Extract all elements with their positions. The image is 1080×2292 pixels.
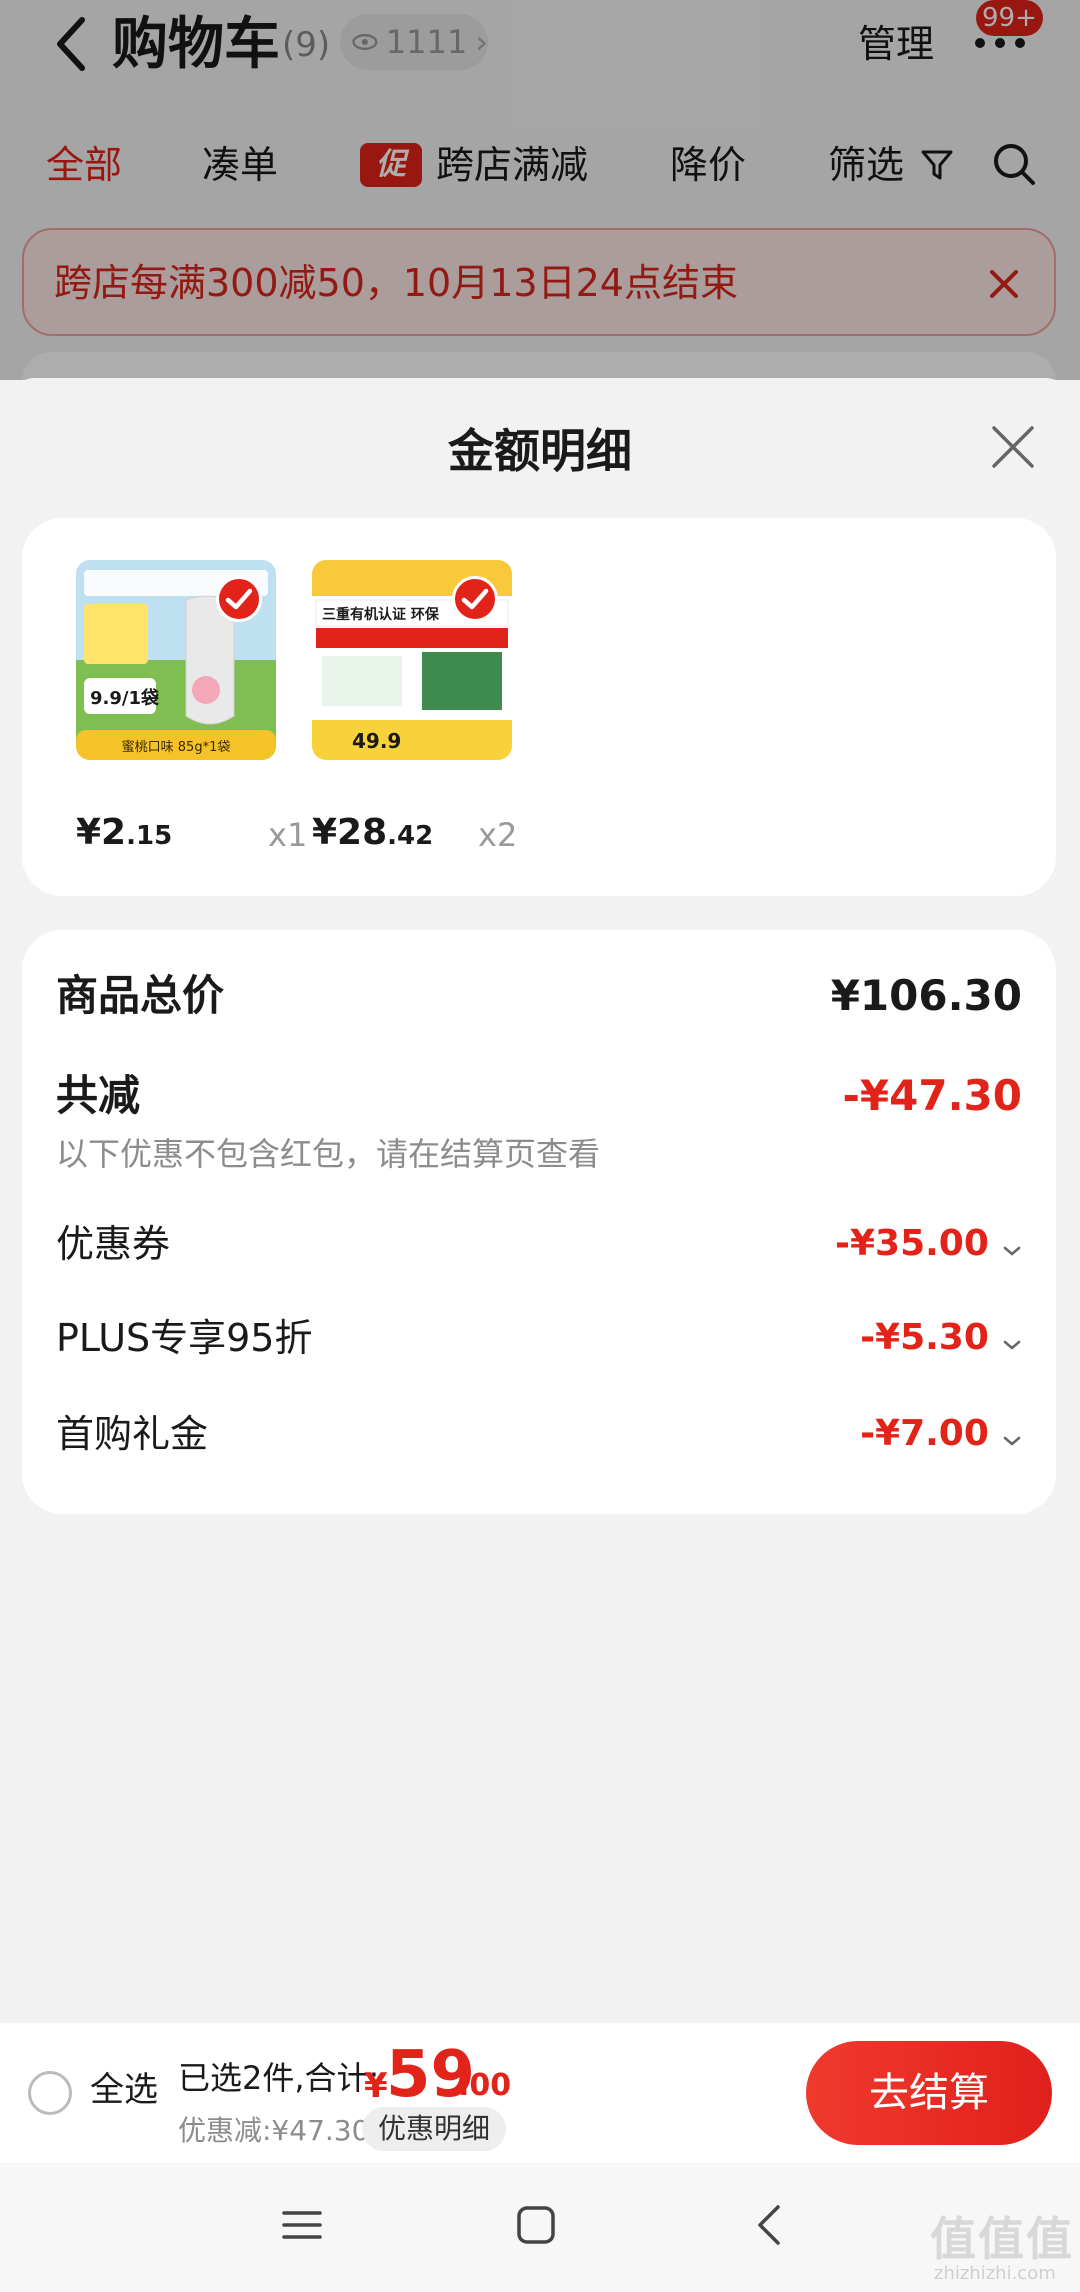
checkmark-icon	[225, 588, 253, 610]
selected-check	[216, 576, 262, 622]
home-square-icon[interactable]	[514, 2203, 558, 2247]
discount-row[interactable]: -¥5.30	[860, 1308, 1022, 1374]
reduce-note: 以下优惠不包含红包，请在结算页查看	[56, 1135, 601, 1173]
discount-label: 首购礼金	[56, 1412, 209, 1456]
discount-value: -¥35.00	[835, 1223, 989, 1264]
total-currency: ¥	[364, 2066, 388, 2106]
discount-row[interactable]: -¥35.00	[835, 1214, 1022, 1280]
discount-detail-button[interactable]: 优惠明细	[362, 2107, 507, 2151]
total-amount-dec: .00	[458, 2068, 512, 2103]
selected-summary: 已选2件,合计:	[178, 2059, 380, 2097]
discount-value: -¥7.00	[860, 1413, 989, 1454]
total-price-value: ¥106.30	[830, 971, 1022, 1020]
select-all-label[interactable]: 全选	[90, 2065, 158, 2115]
discount-value: -¥5.30	[860, 1317, 989, 1358]
select-all-radio[interactable]	[28, 2071, 72, 2115]
product-image-caption: 蜜桃口味 85g*1袋	[122, 740, 231, 755]
checkmark-icon	[461, 588, 489, 610]
product-qty: x2	[478, 816, 518, 854]
close-icon[interactable]	[990, 424, 1036, 470]
total-reduce-label: 共减	[56, 1071, 141, 1120]
chevron-down-icon	[1003, 1340, 1021, 1350]
back-nav-icon[interactable]	[748, 2203, 792, 2247]
sheet-title: 金额明细	[448, 424, 632, 478]
checkout-bar: 全选 已选2件,合计: ¥ 59 .00 优惠减:¥47.30 优惠明细 去结算	[0, 2023, 1080, 2163]
product-image-text: 三重有机认证 环保	[322, 606, 440, 623]
product-price: ¥28.42	[312, 812, 434, 853]
product-qty: x1	[268, 816, 308, 854]
price-summary-card: 商品总价 ¥106.30 共减 -¥47.30 以下优惠不包含红包，请在结算页查…	[22, 930, 1056, 1514]
menu-icon[interactable]	[280, 2203, 324, 2247]
chevron-down-icon	[1003, 1436, 1021, 1446]
dim-overlay[interactable]	[0, 0, 1080, 380]
product-image-text: 9.9/1袋	[90, 687, 160, 709]
selected-items-card: 9.9/1袋 蜜桃口味 85g*1袋 ¥2.15 x1 三重有机认证 环保 49…	[22, 518, 1056, 896]
watermark-url: zhizhizhi.com	[934, 2263, 1056, 2284]
checkout-button[interactable]: 去结算	[806, 2041, 1052, 2145]
product-image-caption: 49.9	[352, 729, 401, 753]
selected-check	[452, 576, 498, 622]
product-price: ¥2.15	[76, 812, 173, 853]
discount-summary: 优惠减:¥47.30	[178, 2114, 370, 2147]
amount-detail-sheet: 金额明细 9.9/1袋 蜜桃口味 85g*1袋 ¥2.15 x1 三重有机认证 …	[0, 378, 1080, 2023]
discount-label: 优惠券	[56, 1222, 171, 1266]
total-reduce-value: -¥47.30	[842, 1071, 1022, 1120]
system-nav-bar: 值值值 zhizhizhi.com	[0, 2163, 1080, 2292]
discount-label: PLUS专享95折	[56, 1316, 313, 1360]
discount-row[interactable]: -¥7.00	[860, 1404, 1022, 1470]
chevron-down-icon	[1003, 1246, 1021, 1256]
total-price-label: 商品总价	[56, 971, 225, 1020]
watermark: 值值值	[930, 2212, 1074, 2266]
